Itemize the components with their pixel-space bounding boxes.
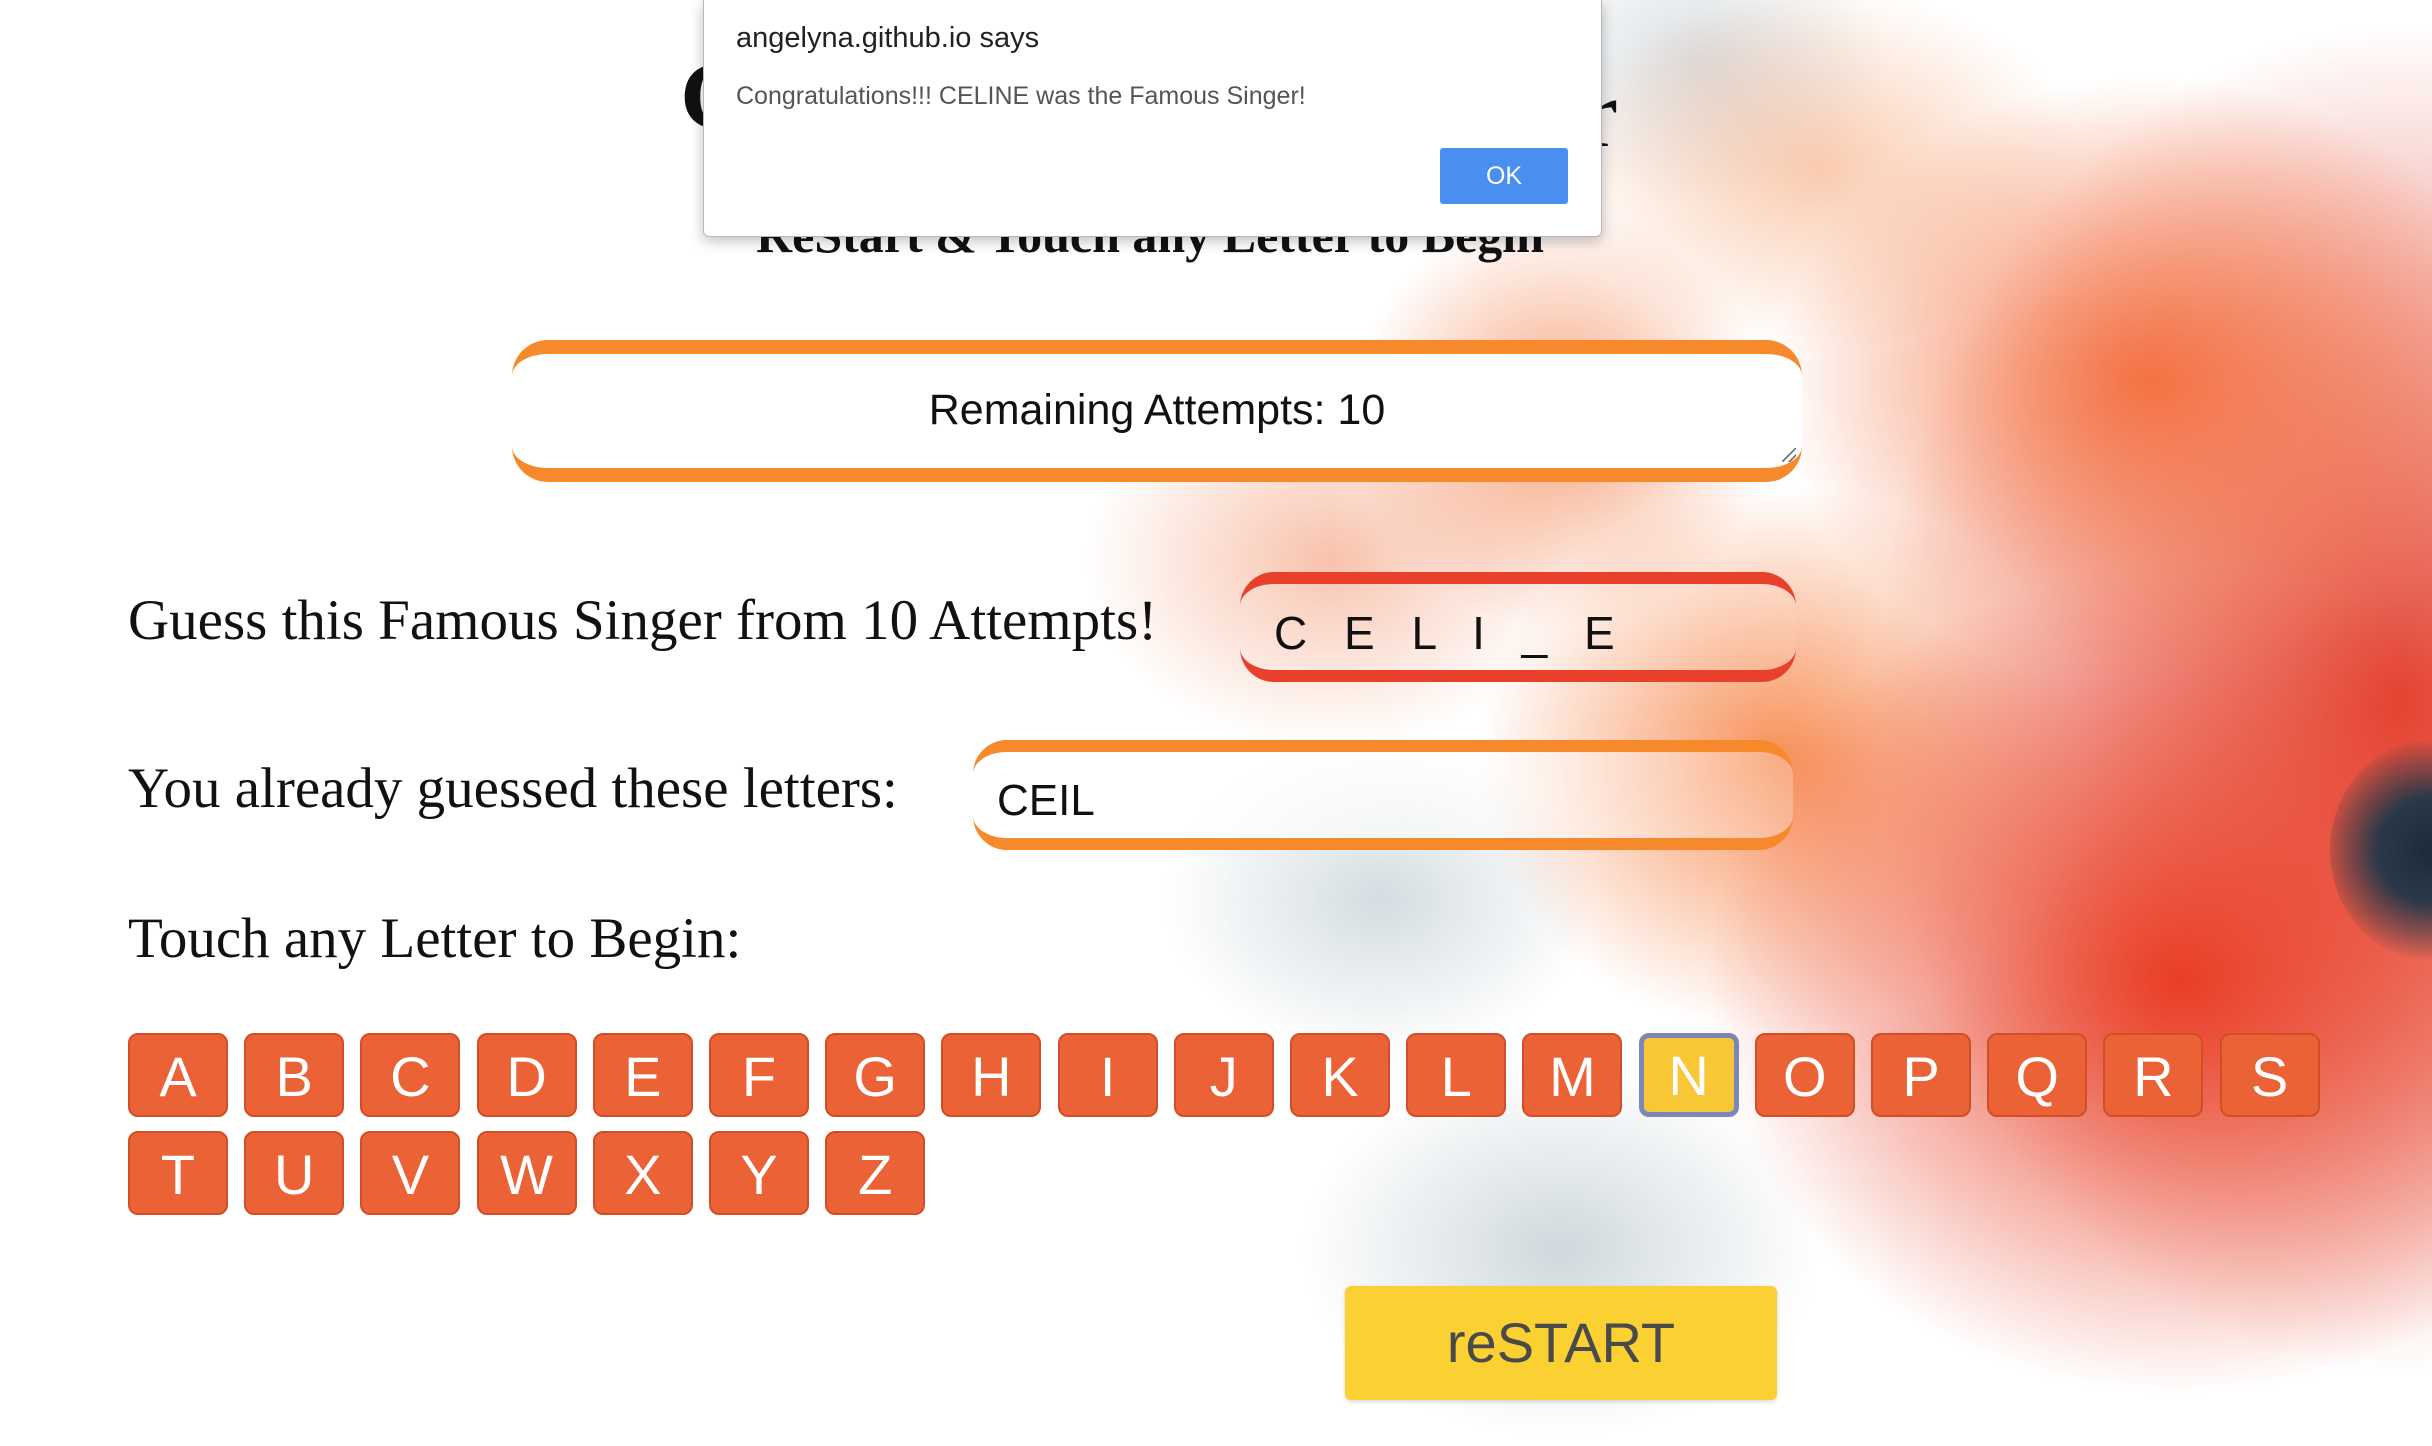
letter-key-w[interactable]: W: [476, 1131, 577, 1215]
flower-center-decoration: [2330, 740, 2432, 960]
letter-key-q[interactable]: Q: [1987, 1033, 2088, 1117]
letter-key-l[interactable]: L: [1406, 1033, 1507, 1117]
remaining-attempts-text: Remaining Attempts: 10: [928, 386, 1386, 434]
letter-key-h[interactable]: H: [941, 1033, 1042, 1117]
dialog-origin-text: angelyna.github.io says: [736, 22, 1040, 54]
alert-dialog: angelyna.github.io says Congratulations!…: [703, 0, 1602, 237]
letter-key-c[interactable]: C: [360, 1033, 461, 1117]
letter-key-z[interactable]: Z: [825, 1131, 926, 1215]
letter-key-p[interactable]: P: [1871, 1033, 1971, 1117]
letter-key-b[interactable]: B: [244, 1033, 345, 1117]
letter-key-o[interactable]: O: [1754, 1033, 1855, 1117]
letter-key-r[interactable]: R: [2103, 1033, 2204, 1117]
letter-key-s[interactable]: S: [2219, 1033, 2320, 1117]
letter-key-x[interactable]: X: [592, 1131, 693, 1215]
guess-prompt-label: Guess this Famous Singer from 10 Attempt…: [128, 589, 1158, 652]
remaining-attempts-box[interactable]: Remaining Attempts: 10: [512, 340, 1802, 482]
dialog-ok-button[interactable]: OK: [1440, 148, 1568, 204]
letter-key-t[interactable]: T: [128, 1131, 228, 1215]
letter-key-a[interactable]: A: [128, 1033, 228, 1117]
letter-key-y[interactable]: Y: [709, 1131, 809, 1215]
resize-grip-icon[interactable]: [1782, 448, 1796, 462]
letter-key-v[interactable]: V: [360, 1131, 461, 1215]
dialog-message-text: Congratulations!!! CELINE was the Famous…: [736, 82, 1306, 110]
guessed-letters-label: You already guessed these letters:: [128, 757, 898, 820]
letter-key-m[interactable]: M: [1522, 1033, 1623, 1117]
letter-key-g[interactable]: G: [825, 1033, 926, 1117]
restart-button[interactable]: reSTART: [1345, 1286, 1777, 1400]
guessed-letters-text: CEIL: [997, 776, 1095, 825]
letter-key-f[interactable]: F: [709, 1033, 809, 1117]
letter-key-k[interactable]: K: [1290, 1033, 1390, 1117]
word-display-box: C E L I _ E: [1240, 572, 1796, 682]
letter-key-n[interactable]: N: [1638, 1033, 1739, 1117]
guessed-letters-box: CEIL: [973, 740, 1793, 850]
word-display-text: C E L I _ E: [1274, 607, 1627, 659]
letter-key-d[interactable]: D: [476, 1033, 577, 1117]
letter-key-u[interactable]: U: [244, 1131, 345, 1215]
letter-key-i[interactable]: I: [1057, 1033, 1158, 1117]
letter-key-e[interactable]: E: [592, 1033, 693, 1117]
letter-key-j[interactable]: J: [1173, 1033, 1274, 1117]
touch-prompt-label: Touch any Letter to Begin:: [128, 907, 742, 970]
